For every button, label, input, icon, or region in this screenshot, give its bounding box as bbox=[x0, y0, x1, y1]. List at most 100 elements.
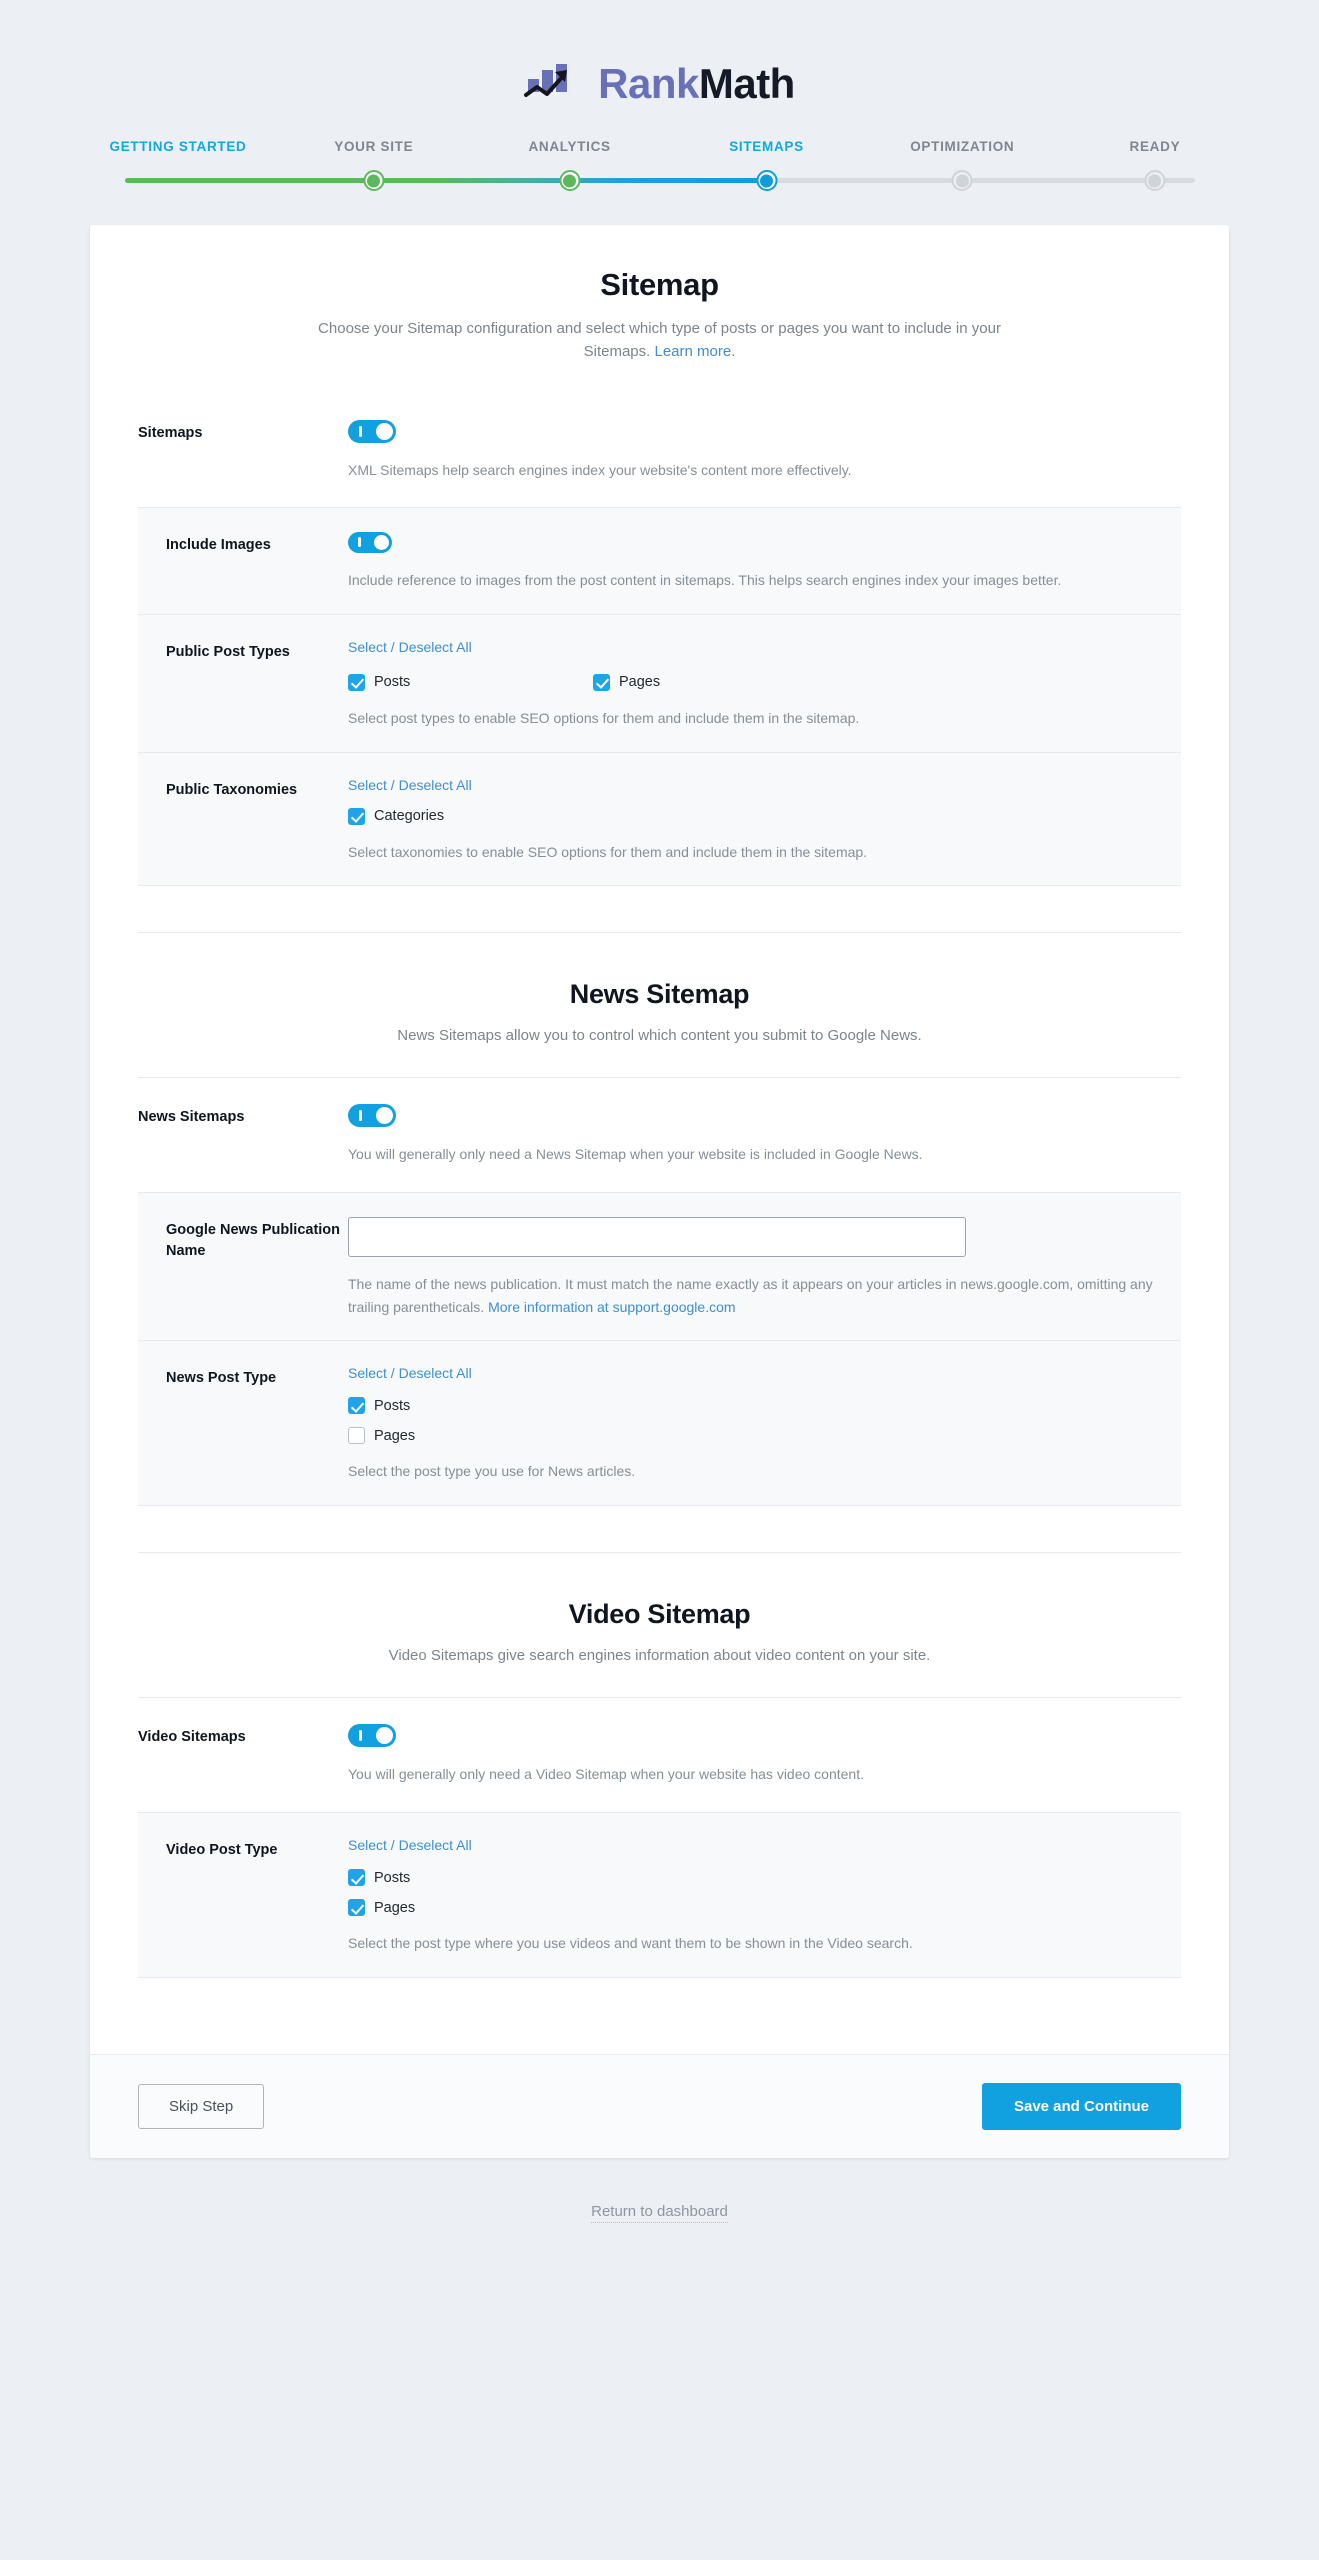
page-subtitle: Choose your Sitemap configuration and se… bbox=[310, 317, 1010, 364]
row-control-public-taxonomies: Select / Deselect All Categories Select … bbox=[348, 777, 1153, 864]
checkbox-item-video-pages[interactable]: Pages bbox=[348, 1899, 1153, 1917]
row-control-video-post-type: Select / Deselect All Posts Pages Select… bbox=[348, 1837, 1153, 1955]
checkbox-label-news-pages: Pages bbox=[374, 1427, 416, 1444]
toggle-knob bbox=[374, 535, 389, 551]
row-public-taxonomies: Public Taxonomies Select / Deselect All … bbox=[138, 753, 1181, 886]
learn-more-link[interactable]: Learn more. bbox=[655, 343, 736, 360]
row-desc-news-post-type: Select the post type you use for News ar… bbox=[348, 1463, 636, 1480]
checkbox-label-news-posts: Posts bbox=[374, 1397, 411, 1414]
row-label-include-images: Include Images bbox=[166, 537, 271, 554]
save-and-continue-button[interactable]: Save and Continue bbox=[981, 2082, 1181, 2130]
row-control-public-post-types: Select / Deselect All Posts Pages Select… bbox=[348, 639, 1153, 730]
checkbox-item-news-posts[interactable]: Posts bbox=[348, 1397, 1153, 1415]
toggle-sitemaps[interactable] bbox=[348, 419, 396, 443]
step-label-your-site[interactable]: YOUR SITE bbox=[334, 139, 413, 154]
step-node-analytics[interactable] bbox=[559, 170, 581, 191]
checkbox-label-video-posts: Posts bbox=[374, 1869, 411, 1886]
return-to-dashboard-link[interactable]: Return to dashboard bbox=[591, 2202, 728, 2223]
toggle-bar-icon bbox=[359, 425, 362, 437]
row-include-images: Include Images Include reference to imag… bbox=[138, 508, 1181, 615]
step-node-optimization[interactable] bbox=[951, 170, 973, 191]
stepper-track-progress bbox=[124, 178, 767, 183]
step-node-dot bbox=[760, 174, 773, 187]
video-section-header: Video Sitemap Video Sitemaps give search… bbox=[138, 1599, 1181, 1667]
row-label-publication-name: Google News Publication Name bbox=[166, 1222, 341, 1260]
checkbox-item-pages[interactable]: Pages bbox=[593, 673, 838, 691]
step-node-ready[interactable] bbox=[1144, 170, 1166, 191]
news-section-subtitle: News Sitemaps allow you to control which… bbox=[397, 1027, 922, 1045]
step-node-dot bbox=[955, 174, 969, 187]
step-label-sitemaps[interactable]: SITEMAPS bbox=[729, 139, 804, 154]
row-label-public-post-types: Public Post Types bbox=[166, 643, 290, 660]
step-node-your-site[interactable] bbox=[363, 170, 385, 191]
row-label-news-sitemaps: News Sitemaps bbox=[138, 1109, 245, 1126]
row-video-post-type: Video Post Type Select / Deselect All Po… bbox=[138, 1813, 1181, 1977]
step-node-sitemaps[interactable] bbox=[756, 170, 777, 191]
checkbox-pages[interactable] bbox=[593, 673, 610, 691]
toggle-news-sitemaps[interactable] bbox=[348, 1104, 396, 1128]
toggle-include-images[interactable] bbox=[348, 532, 392, 554]
row-label-sitemaps: Sitemaps bbox=[138, 424, 203, 441]
checkbox-label-video-pages: Pages bbox=[374, 1899, 416, 1916]
toggle-bar-icon bbox=[359, 1730, 362, 1742]
checkbox-posts[interactable] bbox=[348, 673, 365, 691]
checkbox-news-posts[interactable] bbox=[348, 1397, 365, 1415]
checkbox-item-categories[interactable]: Categories bbox=[348, 807, 1153, 825]
checkbox-label-posts: Posts bbox=[374, 674, 411, 691]
google-support-link[interactable]: More information at support.google.com bbox=[488, 1299, 735, 1315]
brand-header: RankMath bbox=[0, 0, 1319, 139]
select-deselect-all-video-post-type[interactable]: Select / Deselect All bbox=[348, 1837, 472, 1853]
step-label-getting-started[interactable]: GETTING STARTED bbox=[110, 139, 247, 154]
row-desc-public-taxonomies: Select taxonomies to enable SEO options … bbox=[348, 843, 868, 860]
row-public-post-types: Public Post Types Select / Deselect All … bbox=[138, 615, 1181, 753]
video-section-title: Video Sitemap bbox=[568, 1599, 751, 1630]
row-desc-news-sitemaps: You will generally only need a News Site… bbox=[348, 1146, 923, 1163]
row-desc-video-post-type: Select the post type where you use video… bbox=[348, 1935, 913, 1952]
skip-step-button[interactable]: Skip Step bbox=[138, 2083, 265, 2129]
step-label-optimization[interactable]: OPTIMIZATION bbox=[910, 139, 1014, 154]
sitemap-section-header: Sitemap Choose your Sitemap configuratio… bbox=[138, 267, 1181, 364]
step-node-dot bbox=[1148, 174, 1162, 187]
row-video-sitemaps: Video Sitemaps You will generally only n… bbox=[138, 1698, 1181, 1812]
publication-name-input[interactable] bbox=[348, 1217, 966, 1258]
checkbox-item-video-posts[interactable]: Posts bbox=[348, 1869, 1153, 1887]
checkbox-news-pages[interactable] bbox=[348, 1427, 365, 1445]
row-desc-sitemaps: XML Sitemaps help search engines index y… bbox=[348, 461, 852, 478]
step-label-ready[interactable]: READY bbox=[1130, 139, 1181, 154]
toggle-bar-icon bbox=[358, 537, 361, 548]
select-deselect-all-news-post-type[interactable]: Select / Deselect All bbox=[348, 1365, 472, 1381]
select-deselect-all-public-post-types[interactable]: Select / Deselect All bbox=[348, 639, 472, 655]
news-section-title: News Sitemap bbox=[569, 979, 750, 1010]
stepper-track bbox=[124, 167, 1195, 193]
toggle-bar-icon bbox=[359, 1110, 362, 1122]
row-desc-include-images: Include reference to images from the pos… bbox=[348, 572, 1062, 589]
checkbox-item-posts[interactable]: Posts bbox=[348, 673, 593, 691]
news-options-group: Google News Publication Name The name of… bbox=[138, 1192, 1181, 1507]
toggle-knob bbox=[376, 422, 393, 440]
video-section-subtitle: Video Sitemaps give search engines infor… bbox=[388, 1647, 931, 1665]
row-label-news-post-type: News Post Type bbox=[166, 1370, 277, 1387]
step-label-analytics[interactable]: ANALYTICS bbox=[528, 139, 610, 154]
select-deselect-all-public-taxonomies[interactable]: Select / Deselect All bbox=[348, 777, 472, 793]
checkbox-video-posts[interactable] bbox=[348, 1869, 365, 1887]
checkbox-label-pages: Pages bbox=[619, 674, 661, 691]
video-options-group: Video Post Type Select / Deselect All Po… bbox=[138, 1812, 1181, 1978]
step-node-dot bbox=[367, 174, 381, 187]
row-control-publication-name: The name of the news publication. It mus… bbox=[348, 1217, 1153, 1318]
wizard-stepper: GETTING STARTED YOUR SITE ANALYTICS SITE… bbox=[110, 139, 1195, 215]
wizard-footer: Skip Step Save and Continue bbox=[90, 2053, 1229, 2158]
checkbox-video-pages[interactable] bbox=[348, 1899, 365, 1917]
row-control-video-sitemaps: You will generally only need a Video Sit… bbox=[348, 1724, 1181, 1786]
row-news-post-type: News Post Type Select / Deselect All Pos… bbox=[138, 1341, 1181, 1505]
row-desc-publication-name: The name of the news publication. It mus… bbox=[348, 1273, 1153, 1318]
checkbox-categories[interactable] bbox=[348, 807, 365, 825]
return-to-dashboard-wrap: Return to dashboard bbox=[0, 2158, 1319, 2223]
row-label-video-sitemaps: Video Sitemaps bbox=[138, 1729, 246, 1746]
checkbox-item-news-pages[interactable]: Pages bbox=[348, 1427, 1153, 1445]
brand-name-math: Math bbox=[698, 59, 796, 107]
row-control-news-sitemaps: You will generally only need a News Site… bbox=[348, 1104, 1181, 1166]
toggle-video-sitemaps[interactable] bbox=[348, 1724, 396, 1748]
